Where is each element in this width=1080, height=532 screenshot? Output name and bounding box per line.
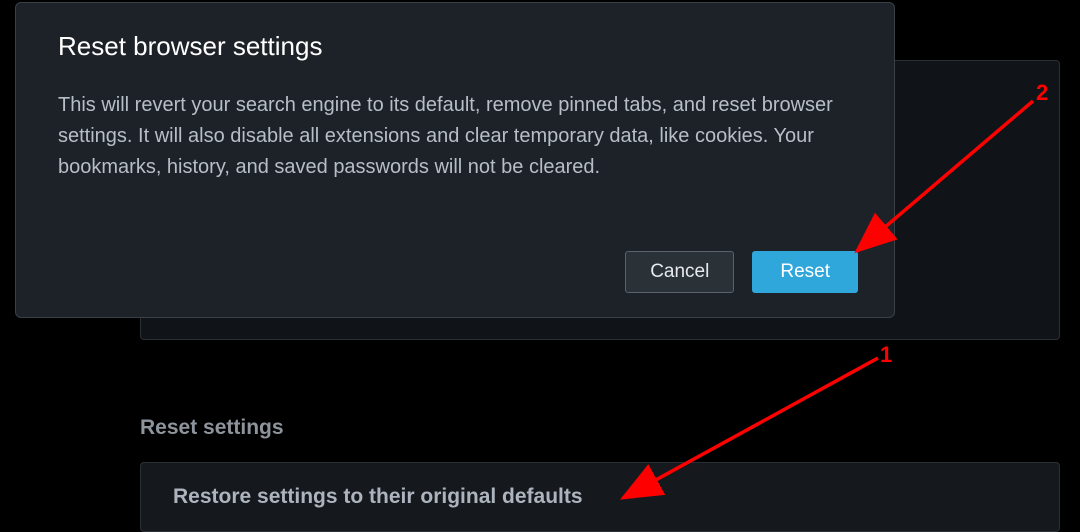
cancel-button[interactable]: Cancel (625, 251, 734, 293)
restore-defaults-label: Restore settings to their original defau… (173, 485, 583, 509)
reset-button[interactable]: Reset (752, 251, 858, 293)
reset-browser-dialog: Reset browser settings This will revert … (15, 2, 895, 318)
reset-settings-heading: Reset settings (140, 416, 284, 440)
dialog-body-text: This will revert your search engine to i… (58, 90, 852, 183)
dialog-title: Reset browser settings (58, 31, 852, 62)
annotation-label-2: 2 (1036, 80, 1048, 106)
dialog-button-row: Cancel Reset (625, 251, 858, 293)
annotation-label-1: 1 (880, 342, 892, 368)
restore-defaults-row[interactable]: Restore settings to their original defau… (140, 462, 1060, 532)
